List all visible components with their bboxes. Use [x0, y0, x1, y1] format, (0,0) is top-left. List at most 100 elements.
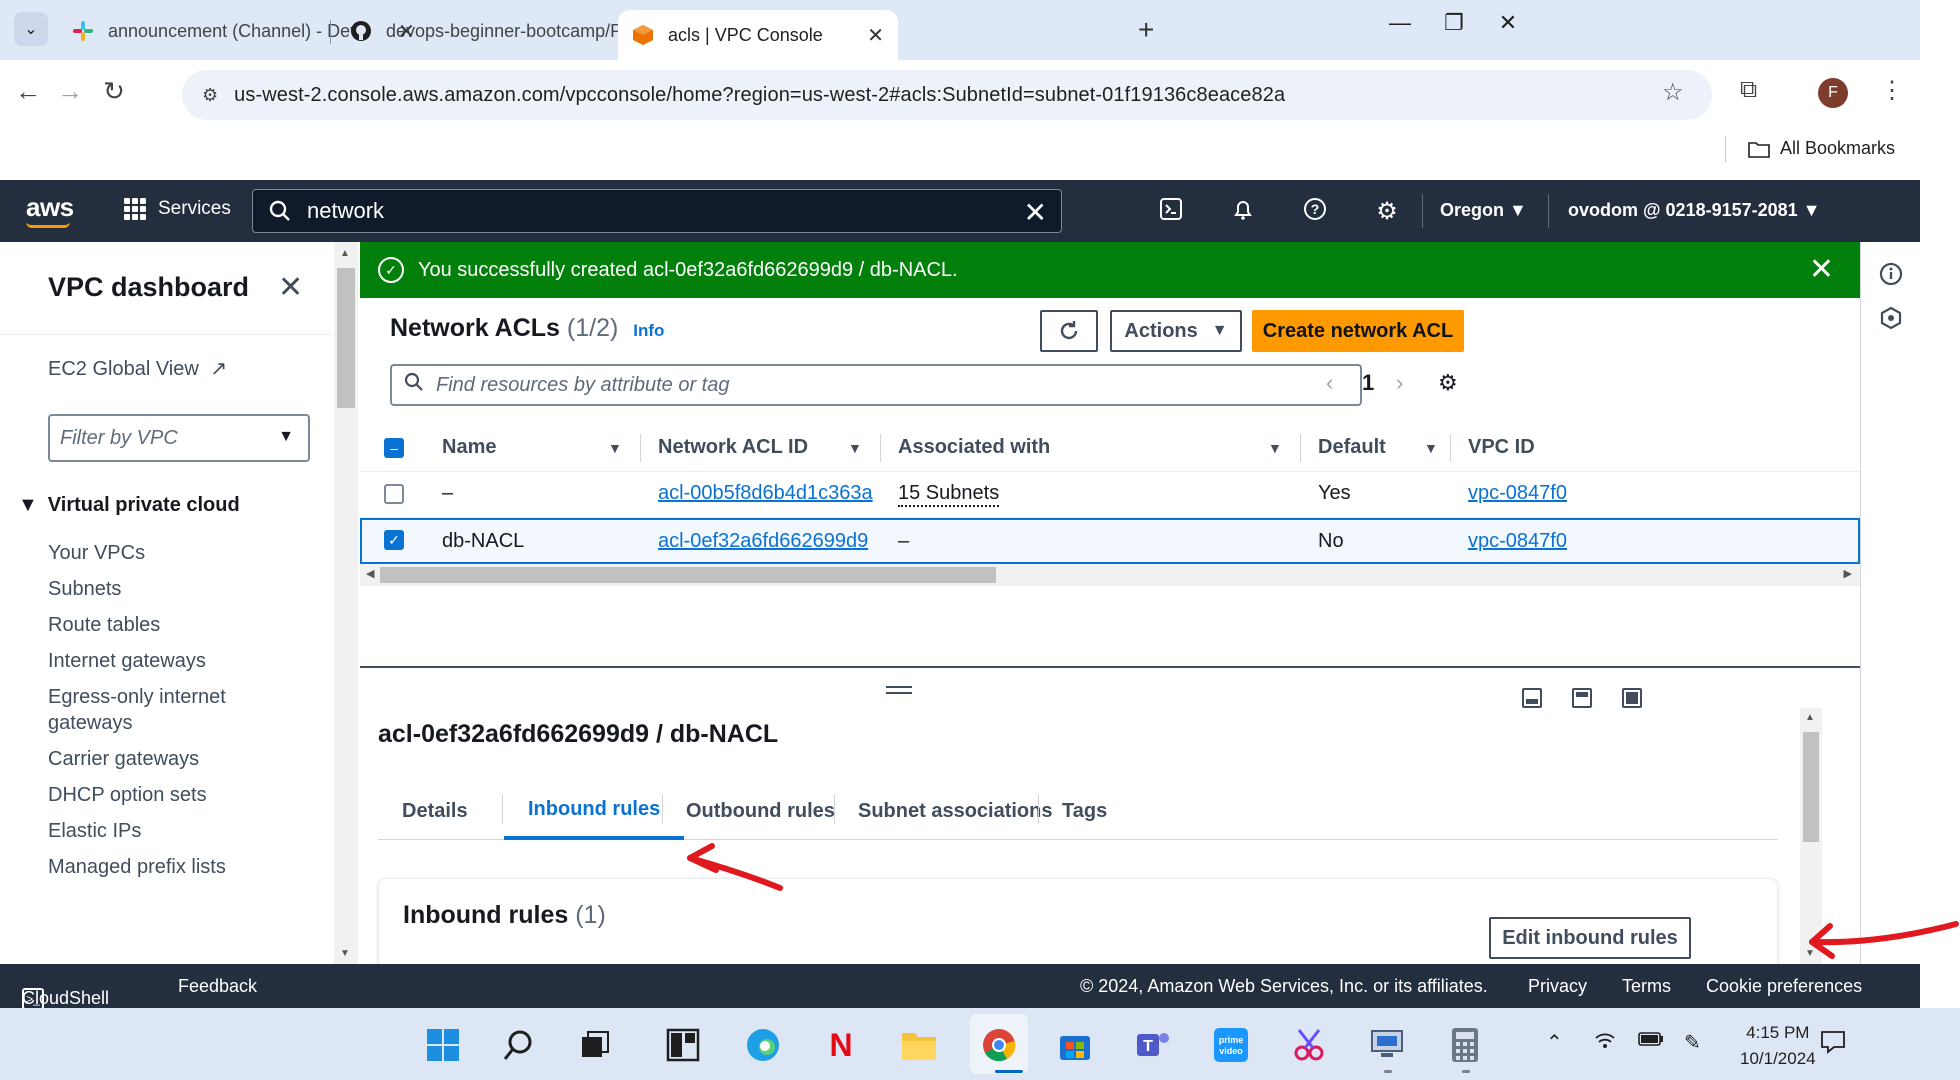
- vpc-filter-select[interactable]: Filter by VPC ▼: [48, 414, 310, 462]
- sidebar-item-route-tables[interactable]: Route tables: [48, 614, 160, 637]
- region-selector[interactable]: Oregon ▼: [1440, 200, 1527, 221]
- account-menu[interactable]: ovodom @ 0218-9157-2081 ▼: [1568, 200, 1821, 221]
- reload-icon[interactable]: ↻: [96, 76, 132, 107]
- table-preferences-gear-icon[interactable]: ⚙: [1438, 370, 1458, 396]
- hexagon-tools-icon[interactable]: [1878, 306, 1904, 336]
- new-tab-button[interactable]: +: [1138, 14, 1154, 46]
- chrome-icon[interactable]: [980, 1026, 1018, 1064]
- sidebar-item-managed-prefix-lists[interactable]: Managed prefix lists: [48, 856, 226, 879]
- scroll-down-icon[interactable]: ▼: [1805, 948, 1815, 959]
- sidebar-item-carrier-gateways[interactable]: Carrier gateways: [48, 748, 199, 771]
- sidebar-item-egress-only-internet-gateways[interactable]: Egress-only internet: [48, 686, 226, 709]
- tab-inbound-rules[interactable]: Inbound rules: [504, 782, 685, 840]
- sidebar-item-egress-only-internet-gateways-line2[interactable]: gateways: [48, 712, 133, 735]
- column-header-network-acl-id[interactable]: Network ACL ID ▼: [658, 436, 862, 459]
- tab-tags[interactable]: Tags: [1062, 782, 1107, 840]
- column-resizer[interactable]: [1300, 434, 1301, 462]
- create-network-acl-button[interactable]: Create network ACL: [1252, 310, 1464, 352]
- select-all-checkbox[interactable]: –: [384, 438, 404, 458]
- cell-vpc-id-link[interactable]: vpc-0847f0: [1468, 482, 1567, 505]
- help-icon[interactable]: ?: [1300, 197, 1330, 228]
- actions-dropdown[interactable]: Actions ▼: [1110, 310, 1242, 352]
- address-bar[interactable]: ⚙ us-west-2.console.aws.amazon.com/vpcco…: [182, 70, 1712, 120]
- resize-handle-icon[interactable]: [886, 686, 912, 694]
- sidebar-item-elastic-ips[interactable]: Elastic IPs: [48, 820, 141, 843]
- all-bookmarks-button[interactable]: All Bookmarks: [1748, 138, 1895, 159]
- prime-video-icon[interactable]: prime video: [1212, 1026, 1250, 1064]
- tab-outbound-rules[interactable]: Outbound rules: [686, 782, 835, 840]
- minimize-icon[interactable]: —: [1380, 10, 1420, 36]
- aws-logo[interactable]: aws: [26, 192, 74, 228]
- close-sidebar-icon[interactable]: ✕: [278, 270, 303, 305]
- bookmark-star-icon[interactable]: ☆: [1662, 78, 1684, 107]
- resource-filter-input[interactable]: Find resources by attribute or tag: [390, 364, 1362, 406]
- current-page[interactable]: 1: [1362, 370, 1374, 396]
- cookie-preferences-link[interactable]: Cookie preferences: [1706, 976, 1862, 997]
- site-settings-icon[interactable]: ⚙: [202, 85, 218, 106]
- column-header-name[interactable]: Name ▼: [442, 436, 622, 459]
- profile-avatar[interactable]: F: [1818, 78, 1848, 108]
- cloudshell-icon[interactable]: [1156, 197, 1186, 228]
- column-resizer[interactable]: [640, 434, 641, 462]
- widgets-icon[interactable]: [664, 1026, 702, 1064]
- browser-menu-icon[interactable]: ⋮: [1880, 76, 1904, 105]
- browser-tab-vpc-console[interactable]: acls | VPC Console ✕: [618, 10, 898, 60]
- wifi-icon[interactable]: [1594, 1030, 1616, 1056]
- close-tab-icon[interactable]: ✕: [867, 23, 884, 48]
- refresh-button[interactable]: [1040, 310, 1098, 352]
- cell-acl-id-link[interactable]: acl-00b5f8d6b4d1c363a: [658, 482, 873, 505]
- aws-search-input[interactable]: network ✕: [252, 189, 1062, 233]
- info-link[interactable]: Info: [633, 321, 664, 340]
- privacy-link[interactable]: Privacy: [1528, 976, 1587, 997]
- tab-details[interactable]: Details: [402, 782, 468, 840]
- sidebar-item-dhcp-option-sets[interactable]: DHCP option sets: [48, 784, 207, 807]
- split-panel-divider[interactable]: [360, 666, 1860, 668]
- snipping-tool-icon[interactable]: [1290, 1026, 1328, 1064]
- column-header-associated-with[interactable]: Associated with ▼: [898, 436, 1282, 459]
- split-side-icon[interactable]: [1572, 688, 1592, 708]
- column-resizer[interactable]: [880, 434, 881, 462]
- search-icon[interactable]: [500, 1026, 538, 1064]
- netflix-icon[interactable]: N: [822, 1026, 860, 1064]
- next-page-icon[interactable]: ›: [1396, 370, 1403, 396]
- split-bottom-icon[interactable]: [1522, 688, 1542, 708]
- back-arrow-icon[interactable]: ←: [10, 76, 46, 107]
- table-row[interactable]: – acl-00b5f8d6b4d1c363a 15 Subnets Yes v…: [360, 472, 1860, 518]
- battery-icon[interactable]: [1638, 1030, 1664, 1053]
- column-header-default[interactable]: Default ▼: [1318, 436, 1438, 459]
- show-hidden-icons-chevron-icon[interactable]: ⌃: [1546, 1030, 1563, 1055]
- windows-start-icon[interactable]: [424, 1026, 462, 1064]
- clear-search-icon[interactable]: ✕: [1024, 196, 1047, 229]
- scroll-up-icon[interactable]: ▲: [1805, 712, 1815, 723]
- forward-arrow-icon[interactable]: →: [52, 76, 88, 107]
- pen-icon[interactable]: ✎: [1684, 1030, 1701, 1055]
- cell-vpc-id-link[interactable]: vpc-0847f0: [1468, 530, 1567, 553]
- table-horizontal-scrollbar[interactable]: ◀ ▶: [360, 564, 1860, 586]
- scrollbar-thumb[interactable]: [380, 567, 996, 583]
- notifications-icon[interactable]: [1820, 1030, 1846, 1060]
- teams-icon[interactable]: T: [1134, 1026, 1172, 1064]
- table-row-selected[interactable]: ✓ db-NACL acl-0ef32a6fd662699d9 – No vpc…: [360, 518, 1860, 564]
- edge-browser-icon[interactable]: [744, 1026, 782, 1064]
- edit-inbound-rules-button[interactable]: Edit inbound rules: [1489, 917, 1691, 959]
- feedback-link[interactable]: Feedback: [178, 976, 257, 997]
- scrollbar-thumb[interactable]: [337, 268, 355, 408]
- file-explorer-icon[interactable]: [900, 1026, 938, 1064]
- scroll-right-icon[interactable]: ▶: [1844, 567, 1852, 580]
- scroll-down-icon[interactable]: ▼: [340, 948, 350, 959]
- sidebar-item-subnets[interactable]: Subnets: [48, 578, 121, 601]
- restore-icon[interactable]: ❐: [1434, 10, 1474, 36]
- cell-acl-id-link[interactable]: acl-0ef32a6fd662699d9: [658, 530, 868, 553]
- row-checkbox[interactable]: [384, 484, 404, 504]
- settings-gear-icon[interactable]: ⚙: [1372, 197, 1402, 226]
- microsoft-store-icon[interactable]: [1056, 1026, 1094, 1064]
- system-clock[interactable]: 4:15 PM 10/1/2024: [1740, 1020, 1816, 1072]
- terms-link[interactable]: Terms: [1622, 976, 1671, 997]
- info-panel-icon[interactable]: [1878, 262, 1904, 292]
- close-window-icon[interactable]: ✕: [1488, 10, 1528, 36]
- scroll-up-icon[interactable]: ▲: [340, 248, 350, 259]
- sidebar-scrollbar[interactable]: ▲ ▼: [334, 242, 358, 964]
- detail-scrollbar[interactable]: ▲ ▼: [1800, 708, 1822, 964]
- notifications-bell-icon[interactable]: [1228, 197, 1258, 228]
- calculator-icon[interactable]: [1446, 1026, 1484, 1064]
